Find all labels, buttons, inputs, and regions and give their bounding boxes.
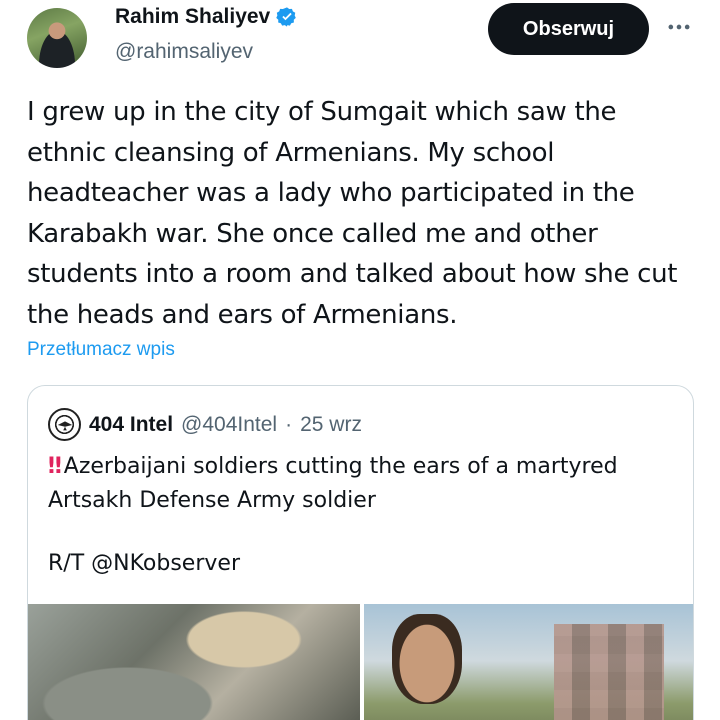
media-thumbnail-1[interactable] [28, 604, 360, 720]
quote-credit: R/T @NKobserver [48, 551, 240, 576]
more-horizontal-icon[interactable] [662, 10, 696, 44]
verified-badge-icon [276, 6, 298, 28]
quoted-tweet-card[interactable]: 404 Intel @404Intel · 25 wrz ‼ Azerbaijan… [27, 385, 694, 720]
quote-text-line-2: Artsakh Defense Army soldier [48, 488, 376, 513]
quote-text-line-1: ‼ Azerbaijani soldiers cutting the ears o… [48, 450, 678, 484]
quoted-tweet-header: 404 Intel @404Intel · 25 wrz [48, 408, 362, 441]
author-display-name[interactable]: Rahim Shaliyev [115, 5, 270, 29]
quote-author-avatar [48, 408, 81, 441]
media-thumbnail-2-figure [392, 614, 462, 704]
double-exclamation-icon: ‼ [48, 454, 62, 479]
translate-post-link[interactable]: Przetłumacz wpis [27, 339, 175, 361]
quote-text-line-1-content: Azerbaijani soldiers cutting the ears of… [63, 454, 618, 479]
author-handle[interactable]: @rahimsaliyev [115, 40, 253, 64]
author-name-row: Rahim Shaliyev [115, 5, 298, 29]
quoted-tweet-text: ‼ Azerbaijani soldiers cutting the ears o… [48, 450, 678, 518]
quote-author-name: 404 Intel [89, 412, 174, 436]
quote-media-grid [28, 604, 693, 720]
quote-separator: · [285, 412, 293, 436]
author-avatar[interactable] [27, 8, 87, 68]
tweet-header: Rahim Shaliyev @rahimsaliyev Obserwuj [0, 0, 720, 80]
media-thumbnail-2-censored-area [554, 624, 664, 720]
follow-button[interactable]: Obserwuj [488, 3, 649, 55]
tweet-body: I grew up in the city of Sumgait which s… [27, 97, 678, 330]
quote-date: 25 wrz [300, 412, 362, 436]
quote-author-handle: @404Intel [181, 412, 278, 436]
media-thumbnail-2[interactable] [364, 604, 693, 720]
